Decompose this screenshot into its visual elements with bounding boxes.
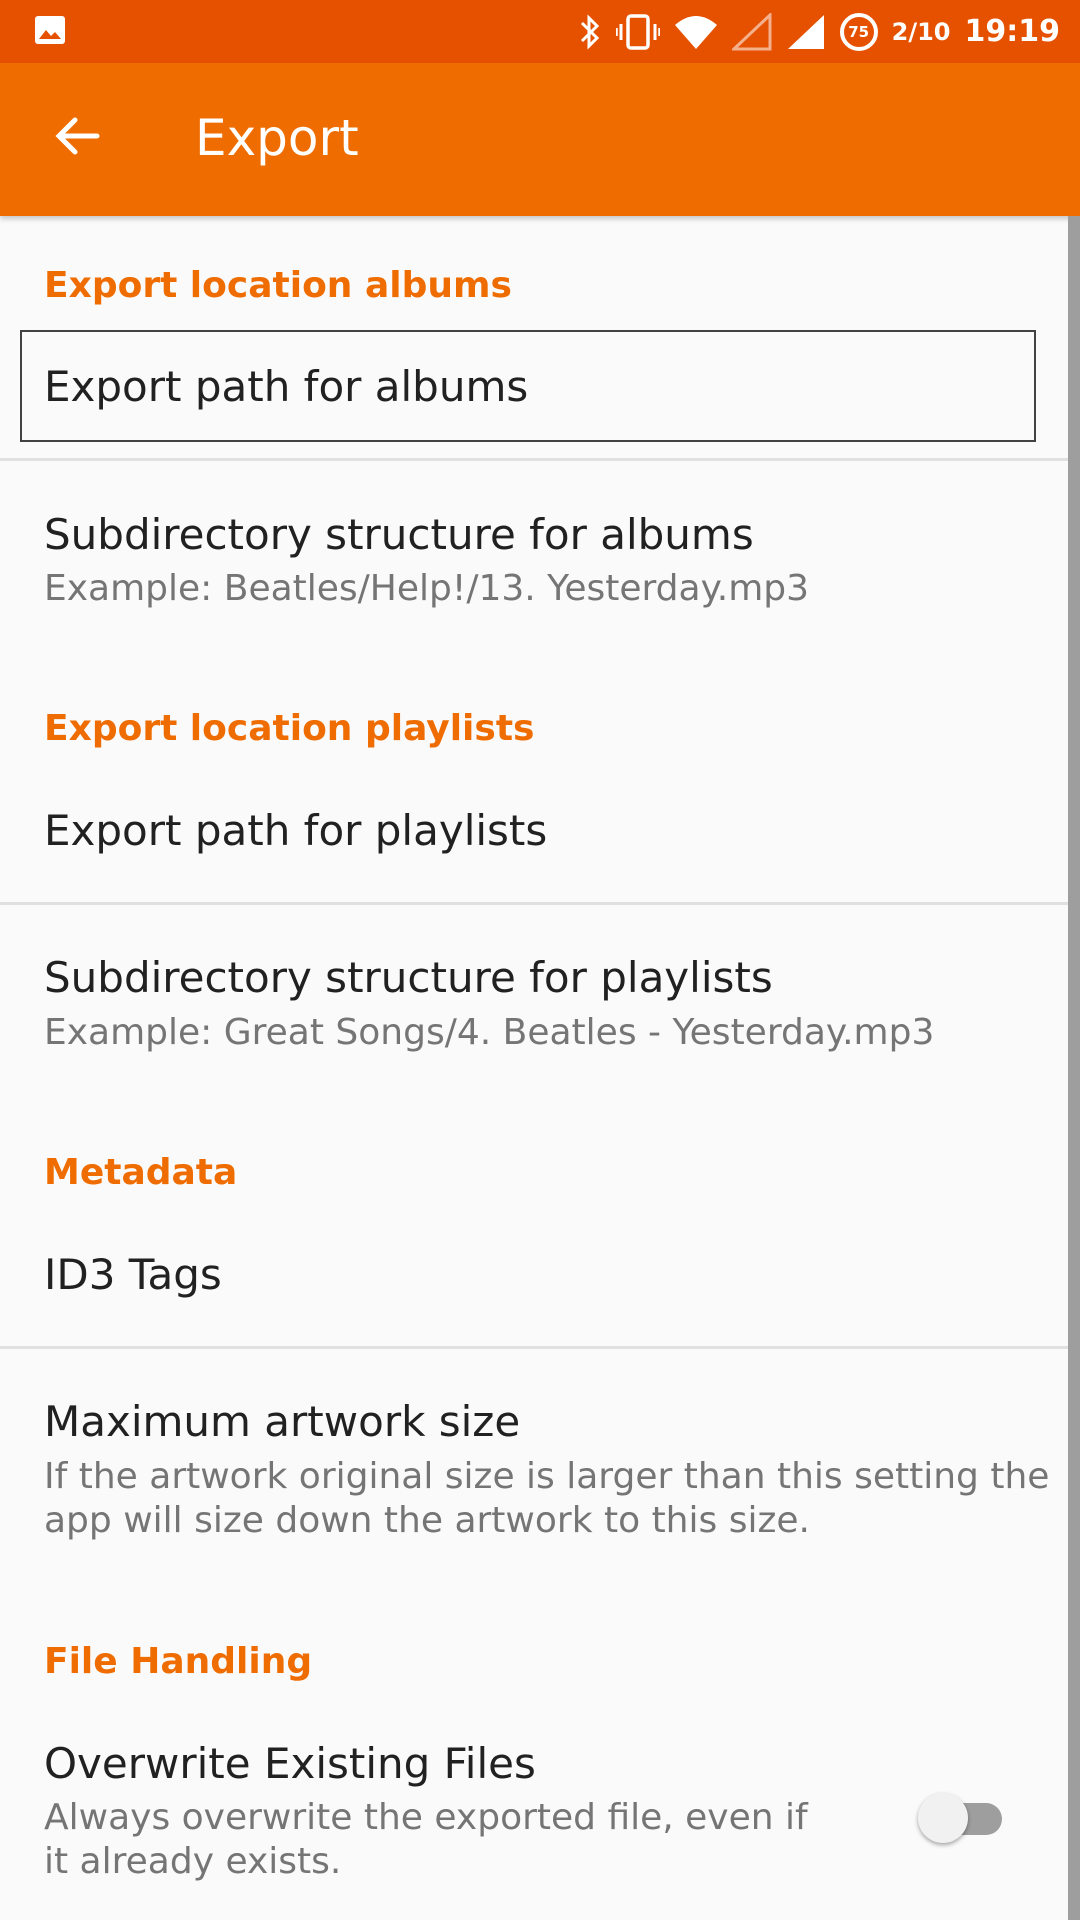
pref-title: Subdirectory structure for albums (44, 510, 754, 559)
status-icons: 75 2/10 19:19 (578, 0, 1060, 63)
pref-summary: Example: Great Songs/4. Beatles - Yester… (44, 1012, 935, 1053)
page-title: Export (195, 109, 359, 167)
category-export-location-playlists: Export location playlists (44, 708, 535, 749)
signal-empty-icon (731, 12, 772, 51)
pref-title: Overwrite Existing Files (44, 1739, 536, 1788)
pref-title: ID3 Tags (44, 1250, 222, 1299)
toggle-thumb (918, 1793, 968, 1843)
pref-summary: Example: Beatles/Help!/13. Yesterday.mp3 (44, 568, 810, 609)
battery-icon: 75 (839, 12, 878, 51)
category-metadata: Metadata (44, 1152, 238, 1193)
divider (0, 902, 1068, 905)
back-button[interactable] (42, 103, 112, 173)
scrollbar[interactable] (1068, 216, 1080, 1920)
status-date: 2/10 (891, 17, 951, 46)
vibrate-icon (615, 13, 660, 51)
image-icon (34, 14, 66, 48)
pref-title: Export path for playlists (44, 806, 548, 855)
app-bar: Export (0, 63, 1080, 216)
arrow-left-icon (53, 112, 101, 164)
signal-full-icon (786, 13, 826, 51)
category-export-location-albums: Export location albums (44, 265, 512, 306)
bluetooth-icon (578, 13, 602, 51)
status-bar: 75 2/10 19:19 (0, 0, 1080, 63)
pref-summary: If the artwork original size is larger t… (44, 1456, 1050, 1541)
divider (0, 1346, 1068, 1349)
divider (0, 458, 1068, 461)
pref-summary: Always overwrite the exported file, even… (44, 1797, 808, 1882)
status-time: 19:19 (964, 14, 1061, 49)
pref-title: Maximum artwork size (44, 1397, 521, 1446)
battery-level: 75 (848, 22, 870, 41)
wifi-icon (674, 13, 718, 51)
pref-title: Subdirectory structure for playlists (44, 953, 773, 1002)
category-file-handling: File Handling (44, 1641, 313, 1682)
overwrite-toggle[interactable] (918, 1785, 1006, 1843)
pref-title: Export path for albums (44, 362, 529, 411)
